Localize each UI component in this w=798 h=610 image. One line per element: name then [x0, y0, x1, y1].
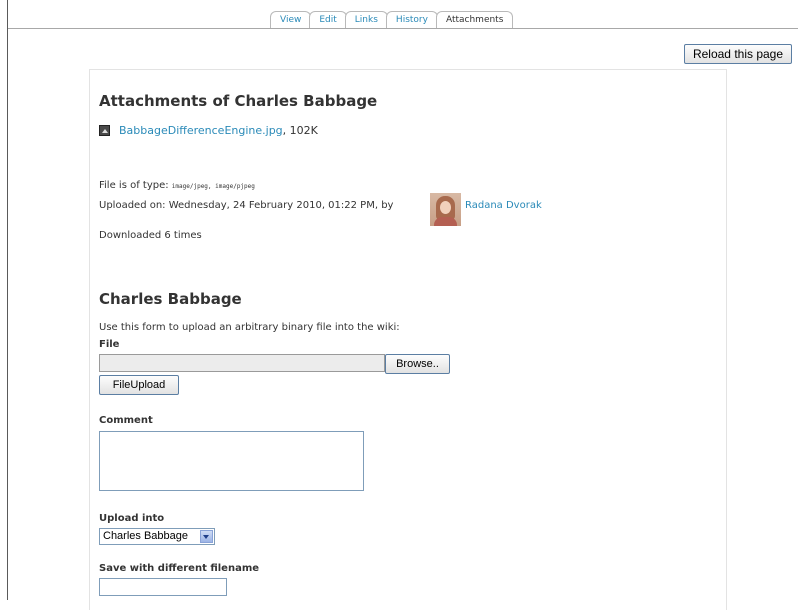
tabs-divider	[8, 28, 798, 29]
attachment-link[interactable]: BabbageDifferenceEngine.jpg	[119, 124, 283, 137]
upload-into-label: Upload into	[99, 513, 165, 524]
upload-form-title: Charles Babbage	[99, 290, 242, 308]
file-type-line: File is of type: image/jpeg, image/pjpeg	[99, 180, 255, 191]
tab-view[interactable]: View	[270, 11, 312, 28]
uploaded-on-text: Uploaded on: Wednesday, 24 February 2010…	[99, 200, 394, 211]
tab-history[interactable]: History	[385, 11, 438, 28]
page-tabs: View Edit Links History Attachments	[270, 11, 514, 28]
file-type-value: image/jpeg, image/pjpeg	[171, 183, 255, 190]
file-label: File	[99, 339, 120, 350]
avatar-face	[440, 201, 451, 214]
file-upload-button[interactable]: FileUpload	[99, 375, 179, 395]
download-count: Downloaded 6 times	[99, 230, 202, 241]
attachment-item: BabbageDifferenceEngine.jpg , 102K	[99, 124, 318, 137]
avatar[interactable]	[430, 193, 461, 226]
reload-page-button[interactable]: Reload this page	[684, 44, 792, 64]
upload-form-description: Use this form to upload an arbitrary bin…	[99, 322, 400, 333]
filename-label: Save with different filename	[99, 563, 260, 574]
avatar-shirt	[434, 217, 457, 226]
tab-edit[interactable]: Edit	[309, 11, 347, 28]
attachments-title: Attachments of Charles Babbage	[99, 92, 378, 110]
image-file-icon	[99, 125, 110, 136]
file-type-label: File is of type:	[99, 180, 172, 191]
browse-button[interactable]: Browse..	[385, 354, 450, 374]
window-left-border	[7, 0, 8, 600]
author-link[interactable]: Radana Dvorak	[465, 200, 542, 211]
tab-attachments[interactable]: Attachments	[435, 11, 514, 28]
comment-label: Comment	[99, 415, 153, 426]
file-path-input[interactable]	[99, 354, 385, 372]
filename-input[interactable]	[99, 578, 227, 596]
tab-links[interactable]: Links	[344, 11, 388, 28]
upload-into-select[interactable]: Charles Babbage	[99, 528, 215, 545]
chevron-down-icon[interactable]	[200, 530, 213, 543]
attachment-size: , 102K	[282, 124, 318, 137]
comment-textarea[interactable]	[99, 431, 364, 491]
upload-into-value: Charles Babbage	[103, 530, 189, 542]
